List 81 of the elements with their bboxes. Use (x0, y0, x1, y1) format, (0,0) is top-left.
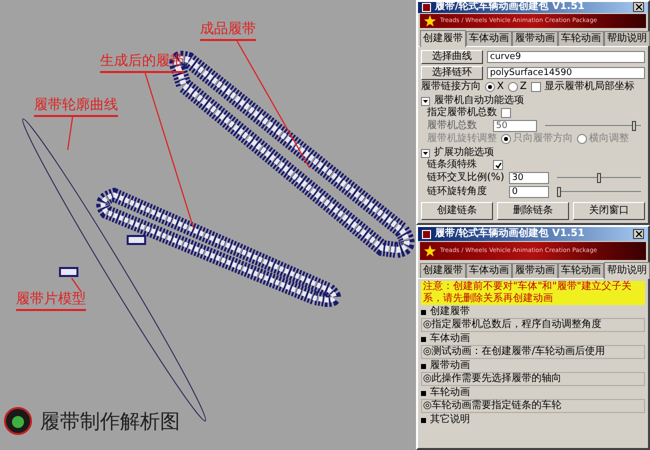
star-icon (424, 245, 436, 257)
section-title: 扩展功能选项 (434, 148, 494, 158)
section-title: 车轮动画 (430, 387, 470, 399)
tab[interactable]: 车体动画 (466, 263, 512, 278)
field-label: 指定履带机总数 (427, 108, 497, 118)
caption: 履带制作解析图 (40, 408, 180, 435)
help-text: ◎车轮动画需要指定链条的车轮 (421, 399, 645, 413)
tab[interactable]: 履带动画 (512, 263, 558, 278)
leader-line (67, 116, 74, 150)
close-icon (636, 231, 642, 237)
option-label: 只向履带方向 (513, 134, 573, 144)
slider-thumb[interactable] (597, 173, 601, 183)
input-field[interactable]: curve9 (487, 51, 645, 63)
bullet-icon (421, 364, 426, 368)
section-title: 创建履带 (430, 306, 470, 318)
annotation-label: 履带片模型 (16, 292, 86, 311)
bullet-icon (421, 418, 426, 422)
track-link-drawing (126, 235, 146, 245)
app-icon (422, 2, 431, 12)
checkbox[interactable] (530, 82, 541, 92)
option-label: 横向调整 (589, 134, 629, 144)
radio-button[interactable] (485, 82, 495, 92)
tab[interactable]: 创建履带 (420, 263, 466, 278)
caret-icon (423, 98, 428, 104)
option-label: Z (520, 82, 527, 92)
leader-line (71, 278, 82, 292)
slider[interactable] (545, 121, 641, 131)
bullet-icon (421, 390, 426, 396)
bullet-icon (421, 310, 426, 314)
input-field[interactable]: 30 (509, 172, 549, 184)
help-text: ◎此操作需要先选择履带的轴向 (421, 372, 645, 386)
action-button[interactable]: 创建链条 (421, 202, 493, 220)
action-button[interactable]: 关闭窗口 (573, 202, 645, 220)
annotation-label: 履带轮廓曲线 (34, 98, 118, 117)
close-button[interactable] (633, 2, 644, 12)
logo-icon (4, 407, 32, 435)
section-title: 其它说明 (430, 414, 470, 426)
caret-icon (423, 150, 428, 156)
slider-thumb[interactable] (557, 187, 561, 197)
help-text: ◎指定履带机总数后，程序自动调整角度 (421, 318, 645, 332)
checkbox[interactable] (501, 108, 511, 118)
input-field[interactable]: polySurface14590 (487, 67, 645, 79)
annotation-label: 成品履带 (200, 22, 256, 41)
slider[interactable] (557, 187, 641, 197)
track-link-drawing (59, 267, 78, 277)
notice-text: 注意：创建前不要对"车体"和"履带"建立父子关系，请先删除关系再创建动画 (421, 281, 645, 305)
field-label: 履带链接方向 (421, 82, 481, 92)
annotation-label: 生成后的履带 (100, 54, 184, 73)
tab[interactable]: 创建履带 (420, 30, 466, 47)
section-title: 车体动画 (430, 333, 470, 345)
tab[interactable]: 帮助说明 (604, 31, 650, 46)
section-title: 履带动画 (430, 360, 470, 372)
checkbox[interactable] (493, 160, 503, 170)
tab[interactable]: 车轮动画 (558, 31, 604, 46)
tab[interactable]: 履带动画 (512, 31, 558, 46)
star-icon (424, 14, 436, 27)
select-button[interactable]: 选择链环 (421, 66, 483, 80)
tab[interactable]: 帮助说明 (604, 262, 650, 279)
tab[interactable]: 车体动画 (466, 31, 512, 46)
field-label: 链条须特殊 (427, 160, 478, 170)
section-title: 履带机自动功能选项 (434, 96, 524, 106)
help-text: ◎测试动画：在创建履带/车轮动画后使用 (421, 345, 645, 359)
field-label: 链环旋转角度 (427, 187, 488, 197)
field-label: 履带机总数 (427, 121, 478, 131)
input-field[interactable]: 0 (509, 186, 549, 198)
close-icon (636, 4, 642, 10)
option-label: 显示履带机局部坐标 (544, 82, 635, 92)
window-title: 履带/轮式车辆动画创建包 V1.51 (435, 229, 586, 239)
close-button[interactable] (633, 229, 644, 239)
field-label: 履带机旋转调整 (427, 134, 497, 144)
expand-toggle[interactable] (421, 96, 430, 106)
select-button[interactable]: 选择曲线 (421, 50, 483, 64)
bullet-icon (421, 336, 426, 342)
slider[interactable] (557, 173, 641, 183)
app-icon (422, 230, 431, 238)
radio-button[interactable] (508, 82, 518, 92)
action-button[interactable]: 删除链条 (497, 202, 569, 220)
expand-toggle[interactable] (421, 148, 430, 158)
tab[interactable]: 车轮动画 (558, 263, 604, 278)
option-label: X (497, 82, 504, 92)
field-label: 链环交叉比例(%) (427, 173, 505, 183)
